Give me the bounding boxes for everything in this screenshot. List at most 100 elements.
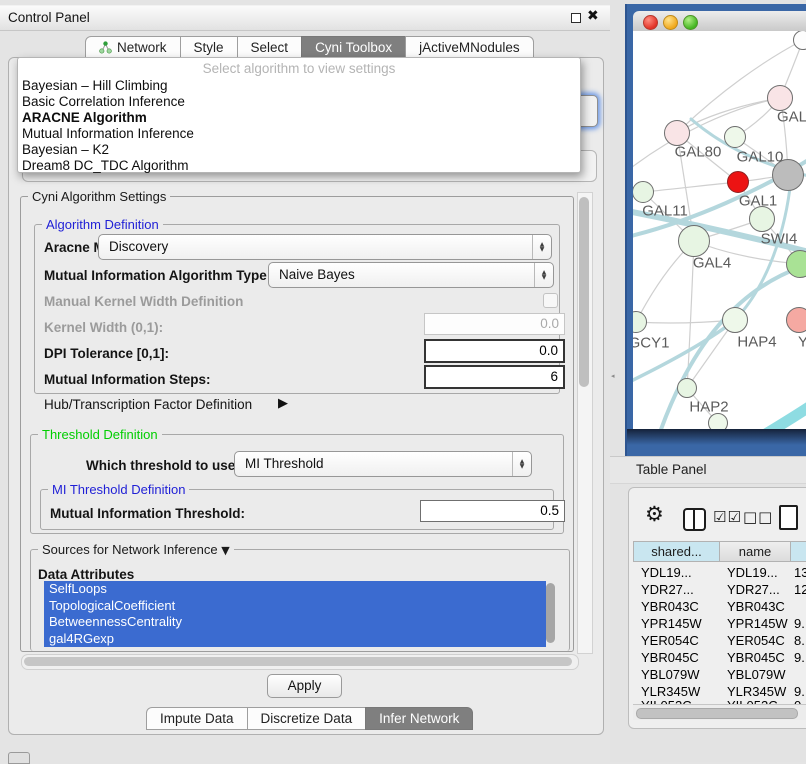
aracne-mode-value: Discovery: [109, 239, 168, 254]
gear-icon[interactable]: ⚙: [645, 502, 664, 526]
spinner-arrows-icon: ▲▼: [532, 235, 551, 259]
node-salmon[interactable]: [786, 307, 806, 333]
attribute-gal4rgexp[interactable]: gal4RGexp: [44, 631, 546, 648]
mi-threshold-field[interactable]: 0.5: [420, 500, 565, 522]
dpi-tolerance-field[interactable]: 0.0: [424, 339, 565, 363]
minimize-traffic-light[interactable]: [663, 15, 678, 30]
node-gal80[interactable]: [664, 120, 690, 146]
cell-name[interactable]: YBR045C: [727, 650, 785, 665]
cell-shared[interactable]: YLR345W: [641, 684, 700, 699]
select-all-icon[interactable]: ☑☑: [713, 508, 742, 526]
scrollbar-thumb[interactable]: [24, 657, 572, 666]
deselect-all-icon[interactable]: □□: [743, 508, 773, 526]
cell-shared[interactable]: YER054C: [641, 633, 699, 648]
node-gal1-red[interactable]: [727, 171, 749, 193]
cell-value[interactable]: 9.: [794, 684, 805, 699]
close-traffic-light[interactable]: [643, 15, 658, 30]
cell-value[interactable]: 9.: [794, 650, 805, 665]
scrollbar-thumb[interactable]: [579, 197, 589, 387]
kernel-width-field[interactable]: 0.0: [424, 313, 565, 335]
mi-threshold-label: Mutual Information Threshold:: [50, 506, 245, 521]
cell-value[interactable]: 13: [794, 565, 806, 580]
data-attributes-label: Data Attributes: [38, 567, 134, 582]
column-header-cut[interactable]: [790, 541, 806, 562]
apply-button[interactable]: Apply: [267, 674, 342, 698]
node-bright-green[interactable]: [786, 250, 806, 278]
collapsed-panel-icon[interactable]: [8, 752, 30, 764]
tab-infer-network[interactable]: Infer Network: [365, 707, 473, 730]
node-hap4[interactable]: [722, 307, 748, 333]
cell-name[interactable]: YBR043C: [727, 599, 785, 614]
cell-name[interactable]: YDL19...: [727, 565, 778, 580]
dpi-tolerance-label: DPI Tolerance [0,1]:: [44, 346, 169, 361]
cell-shared[interactable]: YPR145W: [641, 616, 702, 631]
cell-shared[interactable]: YBL079W: [641, 667, 700, 682]
cell-value[interactable]: 8.: [794, 633, 805, 648]
float-panel-icon[interactable]: [571, 13, 581, 23]
settings-vertical-scrollbar[interactable]: [577, 192, 593, 654]
aracne-mode-combobox[interactable]: Discovery ▲▼: [98, 234, 552, 260]
network-window-titlebar[interactable]: [633, 11, 806, 32]
sources-collapse-arrow-icon[interactable]: ▼: [221, 544, 229, 557]
cell-name[interactable]: YPR145W: [727, 616, 788, 631]
node-gal4[interactable]: [678, 225, 710, 257]
attribute-list-scrollbar[interactable]: [546, 583, 555, 643]
panel-title: Control Panel: [8, 10, 90, 25]
node-gal2[interactable]: [767, 85, 793, 111]
tab-impute-data-label: Impute Data: [160, 708, 234, 729]
tab-select[interactable]: Select: [237, 36, 303, 59]
attribute-betweennesscentrality[interactable]: BetweennessCentrality: [44, 614, 546, 631]
dropdown-item-aracne[interactable]: ARACNE Algorithm: [22, 110, 147, 125]
mi-steps-field[interactable]: 6: [424, 365, 565, 389]
cell-shared[interactable]: YDL19...: [641, 565, 692, 580]
network-canvas[interactable]: GAL80 GAL10 GAL1 GAL11 SWI4 GAL4 GCY1 HA…: [633, 31, 806, 429]
attribute-topologicalcoefficient[interactable]: TopologicalCoefficient: [44, 598, 546, 615]
tab-network[interactable]: Network: [85, 36, 181, 59]
node-swi4[interactable]: [749, 206, 775, 232]
tab-cyni-toolbox[interactable]: Cyni Toolbox: [301, 36, 406, 59]
cell-shared[interactable]: YBR043C: [641, 599, 699, 614]
splitter-arrow-icon[interactable]: ◂: [611, 372, 615, 380]
tab-cyni-toolbox-label: Cyni Toolbox: [315, 37, 392, 58]
node-gal11[interactable]: [633, 181, 654, 203]
tab-discretize-data[interactable]: Discretize Data: [247, 707, 367, 730]
cell-value[interactable]: 9.: [794, 616, 805, 631]
tab-style[interactable]: Style: [180, 36, 238, 59]
tab-network-label: Network: [117, 37, 167, 58]
node-gal10[interactable]: [724, 126, 746, 148]
cell-name[interactable]: YDR27...: [727, 582, 780, 597]
column-header-shared[interactable]: shared...: [633, 541, 720, 562]
dropdown-item-bayesian-hill-climbing[interactable]: Bayesian – Hill Climbing: [22, 78, 168, 93]
cell-shared[interactable]: YDR27...: [641, 582, 694, 597]
tab-impute-data[interactable]: Impute Data: [146, 707, 248, 730]
zoom-traffic-light[interactable]: [683, 15, 698, 30]
mi-type-combobox[interactable]: Naive Bayes ▲▼: [268, 262, 554, 288]
cell-shared[interactable]: YBR045C: [641, 650, 699, 665]
settings-horizontal-scrollbar[interactable]: [21, 654, 579, 670]
scrollbar-thumb[interactable]: [636, 708, 798, 719]
dropdown-item-mutual-information[interactable]: Mutual Information Inference: [22, 126, 194, 141]
hub-definition-label: Hub/Transcription Factor Definition: [44, 397, 252, 412]
cell-value[interactable]: 12: [794, 582, 806, 597]
node-hap2[interactable]: [677, 378, 697, 398]
cell-name[interactable]: YLR345W: [727, 684, 786, 699]
mi-threshold-definition-title: MI Threshold Definition: [48, 482, 189, 497]
tab-jactivemnodules[interactable]: jActiveMNodules: [405, 36, 534, 59]
which-threshold-value: MI Threshold: [245, 456, 324, 471]
columns-icon[interactable]: [683, 508, 706, 531]
dropdown-item-bayesian-k2[interactable]: Bayesian – K2: [22, 142, 109, 157]
cell-name[interactable]: YER054C: [727, 633, 785, 648]
close-icon[interactable]: ✖: [587, 8, 599, 24]
dropdown-item-dream8[interactable]: Dream8 DC_TDC Algorithm: [22, 158, 189, 173]
manual-kernel-checkbox[interactable]: [543, 293, 558, 308]
cell-name[interactable]: YBL079W: [727, 667, 786, 682]
tab-infer-network-label: Infer Network: [379, 708, 459, 729]
table-horizontal-scrollbar[interactable]: [633, 704, 806, 720]
page-icon[interactable]: [779, 505, 798, 530]
dropdown-item-basic-correlation[interactable]: Basic Correlation Inference: [22, 94, 185, 109]
hub-expand-arrow-icon[interactable]: ▶: [278, 396, 288, 411]
attribute-selfloops[interactable]: SelfLoops: [44, 581, 546, 598]
manual-kernel-label: Manual Kernel Width Definition: [44, 294, 243, 309]
which-threshold-combobox[interactable]: MI Threshold ▲▼: [234, 451, 532, 477]
column-header-name[interactable]: name: [719, 541, 791, 562]
